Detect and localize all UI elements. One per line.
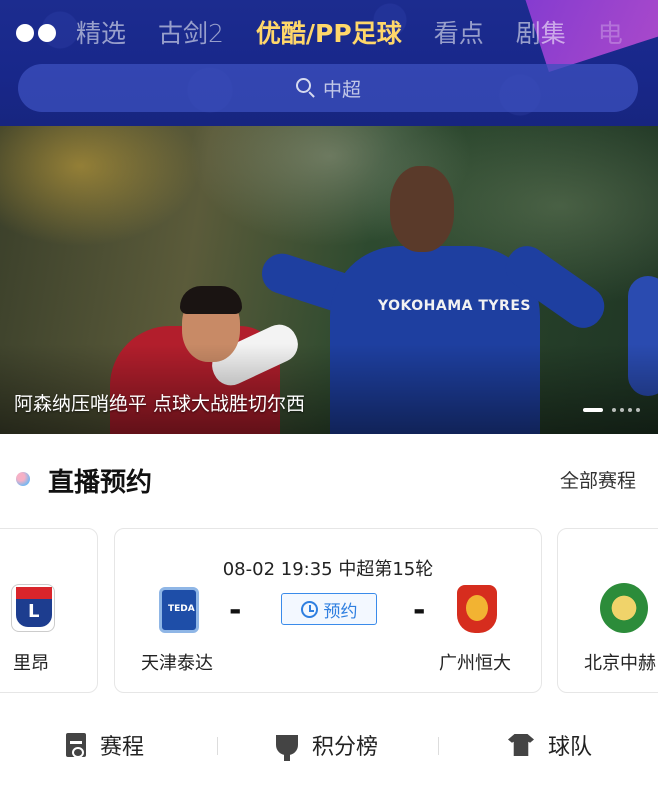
logo-dot-icon <box>16 24 34 42</box>
search-bar[interactable]: 中超 <box>18 64 638 112</box>
jersey-icon <box>508 734 534 756</box>
nav-divider <box>438 737 439 755</box>
beijing-guoan-logo-icon <box>600 583 648 633</box>
hero-banner[interactable]: YOKOHAMA TYRES 阿森纳压哨绝平 点球大战胜切尔西 <box>0 126 658 434</box>
match-card-lyon[interactable]: L 里昂 <box>0 528 98 693</box>
pager-dot <box>620 408 624 412</box>
score-separator: - <box>229 593 242 628</box>
tab-jingxuan[interactable]: 精选 <box>76 14 126 54</box>
sponsor-text: YOKOHAMA TYRES <box>378 298 531 314</box>
team-name: 北京中赫 <box>584 653 656 674</box>
team-name: 里昂 <box>13 653 49 674</box>
tab-dian[interactable]: 电 <box>598 14 623 54</box>
nav-teams[interactable]: 球队 <box>508 725 592 765</box>
nav-teams-label: 球队 <box>548 735 593 760</box>
match-card-main[interactable]: 08-02 19:35 中超第15轮 TEDA - 预约 - 天津泰达 广州恒大 <box>114 528 542 693</box>
tab-juji[interactable]: 剧集 <box>516 14 566 54</box>
match-card-beijing[interactable]: 北京中赫 <box>557 528 658 693</box>
guangzhou-evergrande-logo-icon <box>457 585 497 633</box>
clock-icon <box>300 600 318 618</box>
home-team-name: 天津泰达 <box>141 653 213 674</box>
pager-active-indicator <box>583 408 603 412</box>
nav-standings[interactable]: 积分榜 <box>276 725 378 765</box>
football-bottom-nav: 赛程 积分榜 球队 <box>0 715 658 775</box>
logo-dot-icon <box>38 24 56 42</box>
pager-dot <box>636 408 640 412</box>
youku-logo-icon[interactable] <box>16 24 62 42</box>
reserve-button[interactable]: 预约 <box>281 593 377 625</box>
app-page: 精选 古剑2 优酷/PP足球 看点 剧集 电 中超 YOKOHAMA TYRES… <box>0 0 658 794</box>
section-title: 直播预约 <box>48 468 153 498</box>
banner-caption: 阿森纳压哨绝平 点球大战胜切尔西 <box>14 393 306 415</box>
tab-kandian[interactable]: 看点 <box>434 14 484 54</box>
tab-football[interactable]: 优酷/PP足球 <box>256 14 402 54</box>
search-placeholder: 中超 <box>322 78 361 101</box>
tianjin-teda-logo-icon: TEDA <box>159 587 199 633</box>
nav-schedule-label: 赛程 <box>100 735 145 760</box>
banner-pager <box>583 408 640 412</box>
top-header: 精选 古剑2 优酷/PP足球 看点 剧集 电 中超 <box>0 0 658 126</box>
tab-gujian2[interactable]: 古剑2 <box>158 14 224 54</box>
match-card-carousel[interactable]: L 里昂 08-02 19:35 中超第15轮 TEDA - 预约 - 天津泰达… <box>0 528 658 693</box>
live-reservation-header: 直播预约 全部赛程 <box>0 450 658 510</box>
section-bubble-icon <box>16 472 30 486</box>
channel-tabs: 精选 古剑2 优酷/PP足球 看点 剧集 电 <box>76 14 655 54</box>
nav-standings-label: 积分榜 <box>312 735 379 760</box>
trophy-icon <box>276 735 298 761</box>
reserve-label: 预约 <box>323 601 358 622</box>
nav-divider <box>217 737 218 755</box>
score-separator: - <box>413 593 426 628</box>
pager-dot <box>612 408 616 412</box>
lyon-logo-icon: L <box>11 584 55 632</box>
schedule-icon <box>66 733 86 758</box>
all-schedule-link[interactable]: 全部赛程 <box>560 466 636 493</box>
match-time: 08-02 19:35 中超第15轮 <box>222 559 434 580</box>
away-team-name: 广州恒大 <box>439 653 511 674</box>
nav-schedule[interactable]: 赛程 <box>66 725 144 765</box>
pager-dot <box>628 408 632 412</box>
search-icon <box>295 77 317 99</box>
